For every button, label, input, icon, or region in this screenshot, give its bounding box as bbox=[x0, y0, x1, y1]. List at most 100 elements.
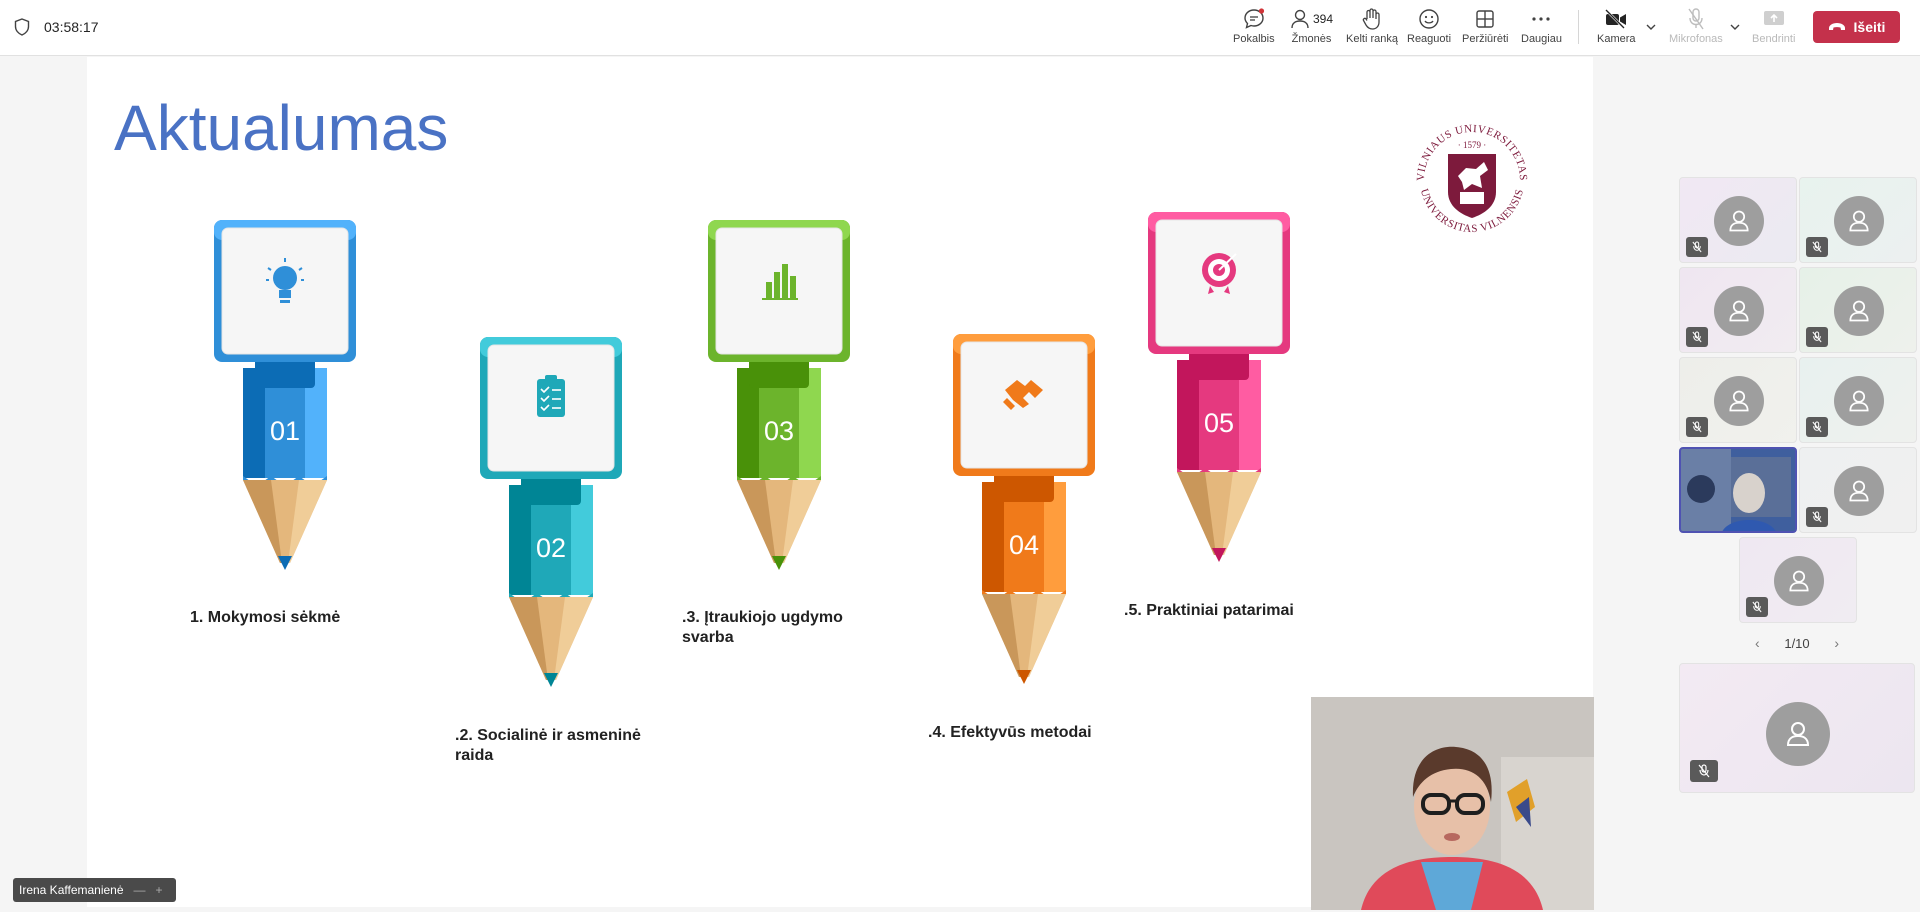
muted-mic-icon bbox=[1746, 597, 1768, 617]
react-button[interactable]: Reaguoti bbox=[1407, 6, 1451, 52]
avatar bbox=[1834, 376, 1884, 426]
participant-tile[interactable] bbox=[1799, 177, 1917, 263]
pencil-number: 04 bbox=[1008, 530, 1040, 560]
leave-label: Išeiti bbox=[1853, 19, 1886, 35]
raise-hand-button[interactable]: Kelti ranką bbox=[1346, 6, 1398, 52]
pager-label: 1/10 bbox=[1784, 635, 1810, 651]
smiley-icon bbox=[1419, 9, 1439, 29]
meeting-timer: 03:58:17 bbox=[44, 19, 99, 35]
toolbar-divider bbox=[1578, 10, 1579, 44]
camera-options-chevron-icon[interactable] bbox=[1644, 20, 1658, 34]
pager-prev-icon[interactable]: ‹ bbox=[1755, 635, 1760, 651]
muted-mic-icon bbox=[1806, 237, 1828, 257]
participant-tile[interactable] bbox=[1679, 267, 1797, 353]
avatar bbox=[1714, 286, 1764, 336]
share-screen-icon bbox=[1763, 11, 1784, 25]
avatar bbox=[1714, 196, 1764, 246]
leave-button[interactable]: Išeiti bbox=[1813, 11, 1900, 43]
raise-hand-label: Kelti ranką bbox=[1346, 33, 1398, 45]
pager-next-icon[interactable]: › bbox=[1834, 635, 1839, 651]
mic-off-icon bbox=[1688, 8, 1704, 30]
view-label: Peržiūrėti bbox=[1462, 33, 1509, 45]
avatar bbox=[1714, 376, 1764, 426]
avatar bbox=[1834, 466, 1884, 516]
person-icon bbox=[1849, 300, 1869, 322]
participant-tile[interactable] bbox=[1679, 357, 1797, 443]
participant-tile[interactable] bbox=[1679, 447, 1797, 533]
chat-label: Pokalbis bbox=[1233, 33, 1275, 45]
name-tag-controls-icon[interactable]: — + bbox=[134, 883, 163, 897]
mic-button[interactable]: Mikrofonas bbox=[1669, 6, 1723, 52]
pencil-graphic bbox=[1148, 212, 1290, 562]
pencil-3: 03 bbox=[704, 218, 854, 578]
people-count: 394 bbox=[1313, 12, 1334, 26]
more-label: Daugiau bbox=[1521, 33, 1562, 45]
pencil-4: 04 bbox=[949, 332, 1099, 692]
muted-mic-icon bbox=[1686, 327, 1708, 347]
pencil-2: 02 bbox=[476, 335, 626, 695]
speaker-video[interactable] bbox=[1311, 697, 1594, 910]
person-icon bbox=[1729, 390, 1749, 412]
react-label: Reaguoti bbox=[1407, 33, 1452, 45]
participant-tile[interactable] bbox=[1799, 267, 1917, 353]
slide-title: Aktualumas bbox=[114, 92, 449, 164]
avatar bbox=[1766, 702, 1830, 766]
avatar bbox=[1774, 556, 1824, 606]
muted-mic-icon bbox=[1806, 507, 1828, 527]
chat-icon bbox=[1244, 8, 1264, 29]
camera-button[interactable]: Kamera bbox=[1597, 6, 1636, 52]
pencil-number: 05 bbox=[1203, 408, 1235, 438]
share-button[interactable]: Bendrinti bbox=[1752, 6, 1795, 52]
more-icon bbox=[1532, 17, 1551, 21]
participant-tile[interactable] bbox=[1739, 537, 1857, 623]
person-icon bbox=[1729, 210, 1749, 232]
avatar bbox=[1834, 286, 1884, 336]
pencil-1: 01 bbox=[210, 218, 360, 578]
participant-tile[interactable] bbox=[1679, 177, 1797, 263]
avatar bbox=[1834, 196, 1884, 246]
pencil-graphic bbox=[214, 220, 356, 570]
phone-hangup-icon bbox=[1828, 23, 1845, 30]
hand-icon bbox=[1362, 8, 1380, 30]
pencil-graphic bbox=[708, 220, 850, 570]
speaker-video-frame bbox=[1311, 697, 1594, 910]
person-icon bbox=[1849, 390, 1869, 412]
people-button[interactable]: 394 Žmonės bbox=[1290, 6, 1333, 52]
people-label: Žmonės bbox=[1291, 33, 1332, 45]
mic-options-chevron-icon[interactable] bbox=[1728, 20, 1742, 34]
view-button[interactable]: Peržiūrėti bbox=[1462, 6, 1508, 52]
camera-label: Kamera bbox=[1597, 33, 1636, 45]
people-icon bbox=[1291, 9, 1309, 29]
speaker-name-tag: Irena Kaffemanienė — + bbox=[13, 878, 176, 902]
person-icon bbox=[1789, 570, 1809, 592]
mic-label: Mikrofonas bbox=[1669, 33, 1723, 45]
pencil-5-label: .5. Praktiniai patarimai bbox=[1124, 602, 1294, 619]
muted-mic-icon bbox=[1690, 760, 1718, 782]
pencil-graphic bbox=[480, 337, 622, 687]
participant-tile-large[interactable] bbox=[1679, 663, 1915, 793]
participants-pager: ‹ 1/10 › bbox=[1755, 633, 1839, 653]
participant-tile[interactable] bbox=[1799, 447, 1917, 533]
person-icon bbox=[1849, 480, 1869, 502]
participant-tile[interactable] bbox=[1799, 357, 1917, 443]
pencil-number: 01 bbox=[269, 416, 301, 446]
person-icon bbox=[1729, 300, 1749, 322]
person-icon bbox=[1849, 210, 1869, 232]
checklist-icon bbox=[537, 375, 565, 417]
person-icon bbox=[1786, 722, 1810, 746]
pencil-4-label: .4. Efektyvūs metodai bbox=[928, 724, 1092, 741]
share-label: Bendrinti bbox=[1752, 33, 1796, 45]
meeting-toolbar: 03:58:17 Pokalbis 394 Žmonės Kelti ranką… bbox=[0, 0, 1920, 56]
more-button[interactable]: Daugiau bbox=[1521, 6, 1562, 52]
muted-mic-icon bbox=[1806, 327, 1828, 347]
camera-off-icon bbox=[1605, 9, 1627, 29]
university-logo: VILNIAUS UNIVERSITETAS UNIVERSITAS VILNE… bbox=[1415, 123, 1529, 235]
muted-mic-icon bbox=[1686, 237, 1708, 257]
speaker-name: Irena Kaffemanienė bbox=[19, 883, 124, 897]
chat-button[interactable]: Pokalbis bbox=[1233, 6, 1275, 52]
svg-text:· 1579 ·: · 1579 · bbox=[1458, 140, 1487, 150]
pencil-number: 03 bbox=[763, 416, 795, 446]
pencil-3-label: .3. Įtraukiojo ugdymo svarba bbox=[682, 609, 843, 646]
pencil-5: 05 bbox=[1144, 210, 1294, 570]
shield-icon bbox=[14, 18, 30, 36]
